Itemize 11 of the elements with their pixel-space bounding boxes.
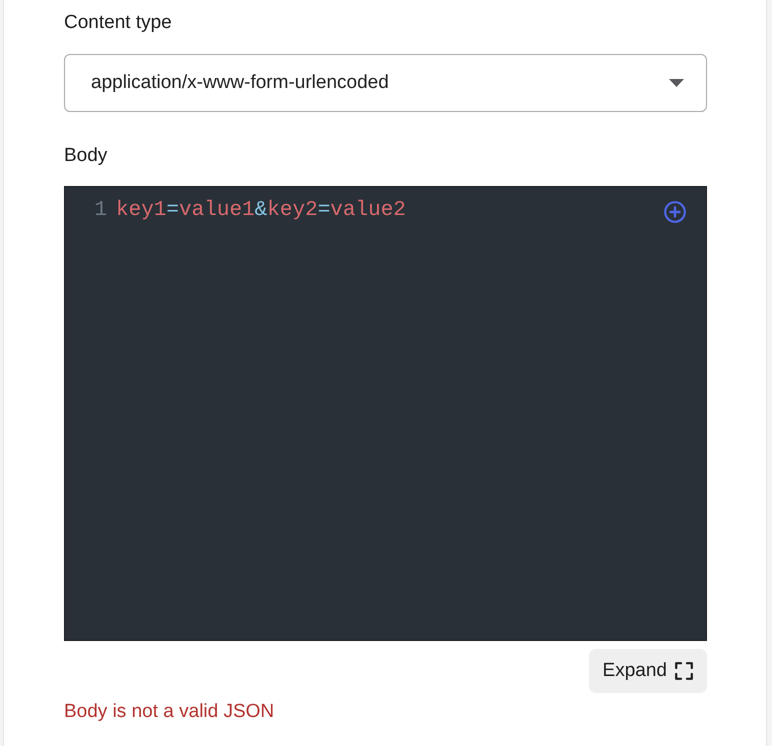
fullscreen-icon (675, 662, 693, 680)
caret-down-icon (669, 79, 684, 87)
content-type-select[interactable]: application/x-www-form-urlencoded (64, 54, 707, 112)
code-editor[interactable]: 1 key1=value1&key2=value2 (64, 186, 707, 641)
plus-circle-icon[interactable] (664, 201, 686, 223)
expand-button[interactable]: Expand (588, 649, 707, 693)
code-text: key1=value1&key2=value2 (116, 199, 407, 223)
line-number: 1 (93, 199, 107, 223)
field-label: Body (64, 144, 108, 168)
field-label: Content type (64, 11, 173, 35)
error-message: Body is not a valid JSON (64, 700, 276, 724)
